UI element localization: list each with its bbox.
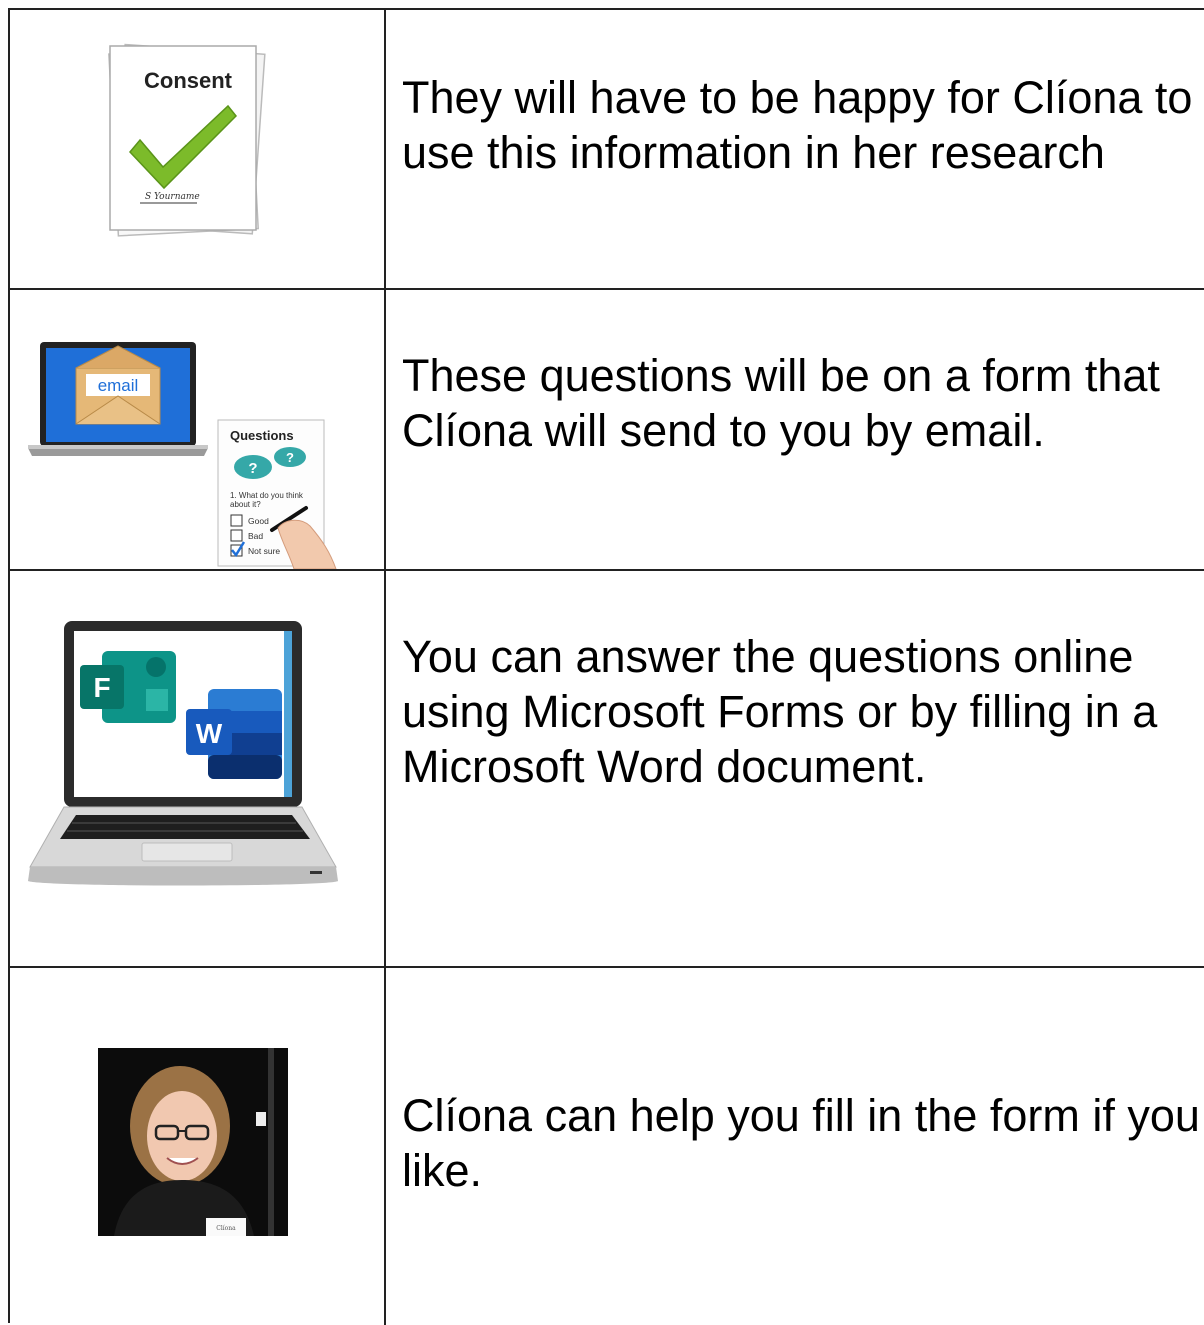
table-row: F W You can answer the questions online … — [10, 571, 1204, 968]
text-cell: These questions will be on a form that C… — [388, 290, 1204, 569]
question-line-1: 1. What do you think — [230, 491, 304, 500]
image-cell: email Questions ? ? 1. What do you think… — [10, 290, 386, 569]
table-row: Clíona Clíona can help you fill in the f… — [10, 968, 1204, 1325]
checkbox-good — [230, 514, 243, 527]
row-text: They will have to be happy for Clíona to… — [402, 72, 1193, 178]
question-line-2: about it? — [230, 500, 261, 509]
forms-letter: F — [93, 672, 110, 703]
table-row: Consent S Yourname They will have to be … — [10, 10, 1204, 290]
row-text: These questions will be on a form that C… — [402, 350, 1160, 456]
row-text: Clíona can help you fill in the form if … — [402, 1090, 1200, 1196]
name-badge: Clíona — [216, 1225, 236, 1232]
email-laptop-icon: email Questions ? ? 1. What do you think… — [28, 342, 337, 569]
image-cell: Clíona — [10, 968, 386, 1325]
option-good: Good — [248, 516, 269, 526]
laptop-forms-word-icon: F W — [28, 621, 338, 886]
svg-text:?: ? — [286, 450, 294, 465]
word-letter: W — [196, 718, 223, 749]
info-table: Consent S Yourname They will have to be … — [8, 8, 1204, 1325]
text-cell: Clíona can help you fill in the form if … — [388, 968, 1204, 1325]
consent-title: Consent — [144, 68, 233, 93]
row-text: You can answer the questions online usin… — [402, 631, 1158, 792]
text-cell: They will have to be happy for Clíona to… — [388, 10, 1204, 288]
svg-text:?: ? — [248, 460, 257, 477]
email-label: email — [98, 376, 139, 395]
option-not-sure: Not sure — [248, 546, 280, 556]
consent-form-icon: Consent S Yourname — [108, 43, 266, 237]
option-bad: Bad — [248, 531, 263, 541]
checkbox-bad — [230, 529, 243, 542]
table-row: email Questions ? ? 1. What do you think… — [10, 290, 1204, 571]
questions-title: Questions — [230, 428, 294, 443]
consent-signature: S Yourname — [145, 192, 200, 202]
image-cell: Consent S Yourname — [10, 10, 386, 288]
cliona-photo: Clíona — [98, 1048, 288, 1236]
image-cell: F W — [10, 571, 386, 966]
text-cell: You can answer the questions online usin… — [388, 571, 1204, 966]
